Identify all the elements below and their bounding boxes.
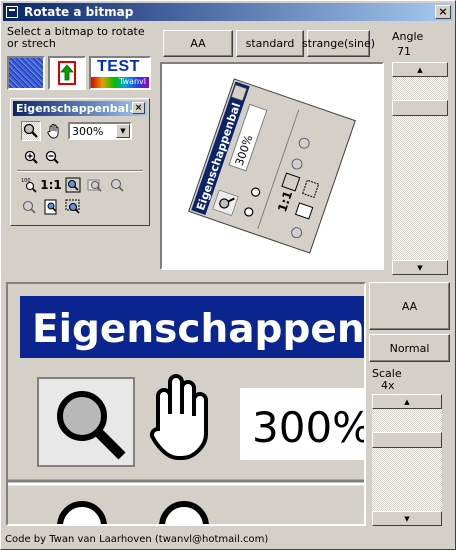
twanvl-text: Twanvl (118, 77, 146, 86)
zoom-selection-icon (65, 199, 80, 214)
instruction-text: Select a bitmap to rotate or strech (7, 25, 145, 50)
window-title: Rotate a bitmap (24, 5, 134, 19)
app-icon (6, 6, 18, 18)
zoom-select-value: 300% (72, 125, 104, 138)
scale-value: 4x (381, 379, 395, 392)
zoom-prev-icon (22, 200, 36, 214)
green-up-arrow-icon (58, 61, 76, 85)
zoom-out-button[interactable] (42, 147, 62, 167)
angle-scroll-down-button[interactable]: ▼ (392, 260, 448, 275)
zoomed-preview-canvas[interactable]: Eigenschappenbal... 300% (6, 282, 366, 526)
zoomed-bitmap: Eigenschappenbal... 300% (8, 296, 364, 524)
rotated-bitmap: Eigenschappenbal 300% 1:1 (188, 78, 356, 254)
hand-icon (47, 124, 59, 139)
scale-scroll-down-button[interactable]: ▼ (372, 511, 442, 526)
toolbar-window[interactable]: Eigenschappenbal... × 300% ▼ 100 1:1 (10, 98, 150, 226)
rainbow-strip: Twanvl (91, 77, 149, 88)
zoom-normal-button[interactable]: Normal (369, 334, 450, 362)
scale-scroll-up-button[interactable]: ▲ (372, 394, 442, 409)
zoom-in-button[interactable] (21, 147, 41, 167)
angle-label: Angle (392, 30, 424, 43)
toolbar-window-title: Eigenschappenbal... (16, 102, 142, 115)
zoom-100-button[interactable]: 100 (19, 175, 39, 195)
zoom-100-icon: 100 (21, 178, 37, 193)
zoom-fit-height-icon (110, 178, 124, 192)
one-to-one-label: 1:1 (40, 178, 62, 192)
thumbnail-arrow[interactable] (48, 56, 86, 90)
aa-mode-button[interactable]: AA (163, 30, 233, 57)
title-bar[interactable]: Rotate a bitmap × (3, 3, 453, 21)
zoom-selection-button[interactable] (63, 197, 83, 217)
toolbar-window-close-button[interactable]: × (132, 102, 145, 114)
hand-tool-button[interactable] (44, 121, 64, 141)
main-window: Rotate a bitmap × Select a bitmap to rot… (0, 0, 456, 550)
magnifier-tool-button[interactable] (21, 121, 41, 141)
thumbnail-test[interactable]: TEST Twanvl (89, 56, 151, 90)
strange-sine-mode-button[interactable]: strange(sine) (302, 30, 375, 57)
zoom-page-icon (44, 199, 57, 215)
standard-mode-button[interactable]: standard (236, 30, 304, 57)
one-to-one-button[interactable]: 1:1 (40, 175, 62, 195)
toolbar-window-title-bar[interactable]: Eigenschappenbal... × (13, 101, 147, 116)
scale-scroll-thumb[interactable] (372, 432, 442, 449)
zoom-out-icon (45, 150, 59, 164)
toolbar-divider (17, 170, 143, 172)
magnifier-icon (23, 123, 38, 138)
zoom-fit-button[interactable] (63, 175, 83, 195)
zoom-aa-button[interactable]: AA (369, 282, 450, 330)
scale-scrollbar[interactable]: ▲ ▼ (372, 394, 442, 526)
angle-scroll-thumb[interactable] (392, 100, 448, 117)
zoom-fit-height-button[interactable] (107, 175, 127, 195)
angle-scrollbar[interactable]: ▲ ▼ (392, 62, 448, 275)
chevron-down-icon[interactable]: ▼ (116, 124, 130, 138)
svg-text:Eigenschappenbal...: Eigenschappenbal... (32, 307, 364, 352)
thumbnail-noise[interactable] (7, 56, 45, 90)
status-text: Code by Twan van Laarhoven (twanvl@hotma… (5, 534, 269, 545)
zoom-in-icon (24, 150, 38, 164)
rotated-preview-canvas[interactable]: Eigenschappenbal 300% 1:1 (160, 62, 384, 270)
angle-value: 71 (397, 45, 411, 58)
test-text: TEST (97, 58, 140, 75)
svg-text:300%: 300% (252, 403, 364, 452)
zoom-page-button[interactable] (41, 197, 61, 217)
zoom-fit-width-icon (87, 179, 102, 192)
fit-icon (65, 177, 81, 193)
zoom-prev-button[interactable] (19, 197, 39, 217)
zoom-select[interactable]: 300% ▼ (68, 122, 132, 140)
close-button[interactable]: × (435, 5, 451, 19)
zoom-fit-width-button[interactable] (85, 175, 105, 195)
angle-scroll-up-button[interactable]: ▲ (392, 62, 448, 77)
